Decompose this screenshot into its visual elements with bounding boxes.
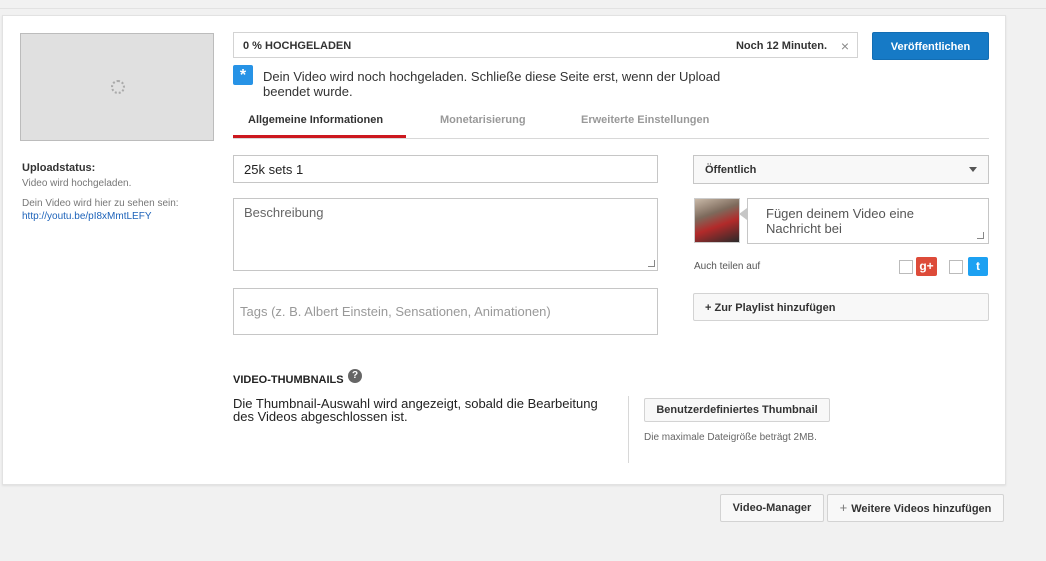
description-input[interactable]: Beschreibung	[233, 198, 658, 271]
share-gplus-checkbox[interactable]	[899, 260, 913, 274]
upload-notice: Dein Video wird noch hochgeladen. Schlie…	[263, 69, 721, 99]
upload-progress-bar: 0 % HOCHGELADEN Noch 12 Minuten. ×	[233, 32, 858, 58]
tab-monetization[interactable]: Monetarisierung	[440, 114, 526, 126]
message-resize-handle[interactable]	[977, 232, 986, 241]
resize-grip-icon	[648, 260, 655, 267]
share-label: Auch teilen auf	[694, 261, 761, 272]
tab-advanced-settings[interactable]: Erweiterte Einstellungen	[581, 114, 709, 126]
thumbnails-info-text: Die Thumbnail-Auswahl wird angezeigt, so…	[233, 396, 598, 424]
description-resize-handle[interactable]	[648, 260, 657, 269]
help-icon[interactable]: ?	[348, 369, 362, 383]
share-twitter-checkbox[interactable]	[949, 260, 963, 274]
info-star-icon: *	[233, 65, 253, 85]
avatar	[694, 198, 740, 243]
upload-progress-label: 0 % HOCHGELADEN	[243, 40, 352, 52]
video-link-caption: Dein Video wird hier zu sehen sein:	[22, 198, 179, 209]
google-plus-icon: g+	[916, 257, 937, 276]
add-more-videos-label: Weitere Videos hinzufügen	[851, 503, 992, 515]
privacy-select[interactable]: Öffentlich	[693, 155, 989, 184]
add-more-videos-button[interactable]: + Weitere Videos hinzufügen	[827, 494, 1004, 522]
upload-status-value: Video wird hochgeladen.	[22, 178, 132, 189]
privacy-selected-value: Öffentlich	[705, 164, 757, 176]
share-message-input[interactable]: Fügen deinem Video eine Nachricht bei	[747, 198, 989, 244]
thumbnails-divider	[628, 396, 629, 463]
plus-icon: +	[839, 500, 848, 515]
tabs-divider	[233, 138, 989, 139]
tags-input[interactable]: Tags (z. B. Albert Einstein, Sensationen…	[233, 288, 658, 335]
resize-grip-icon	[977, 232, 984, 239]
upload-time-remaining: Noch 12 Minuten.	[735, 40, 827, 52]
active-tab-indicator	[233, 135, 406, 138]
title-input[interactable]: 25k sets 1	[233, 155, 658, 183]
cancel-upload-icon[interactable]: ×	[841, 38, 849, 54]
custom-thumbnail-button[interactable]: Benutzerdefiniertes Thumbnail	[644, 398, 830, 422]
max-file-size-note: Die maximale Dateigröße beträgt 2MB.	[644, 432, 817, 443]
top-bar	[0, 0, 1046, 9]
loading-spinner-icon	[111, 80, 125, 94]
upload-card: Uploadstatus: Video wird hochgeladen. De…	[2, 15, 1006, 485]
message-bubble-tip	[739, 208, 747, 220]
tab-general-info[interactable]: Allgemeine Informationen	[248, 114, 383, 126]
video-thumbnail-preview	[20, 33, 214, 141]
video-thumbnails-heading: VIDEO-THUMBNAILS	[233, 374, 344, 386]
twitter-icon: t	[968, 257, 988, 276]
video-link[interactable]: http://youtu.be/pI8xMmtLEFY	[22, 211, 152, 222]
upload-status-title: Uploadstatus:	[22, 162, 96, 174]
chevron-down-icon	[969, 167, 977, 172]
publish-button[interactable]: Veröffentlichen	[872, 32, 989, 60]
add-to-playlist-button[interactable]: + Zur Playlist hinzufügen	[693, 293, 989, 321]
video-manager-button[interactable]: Video-Manager	[720, 494, 824, 522]
